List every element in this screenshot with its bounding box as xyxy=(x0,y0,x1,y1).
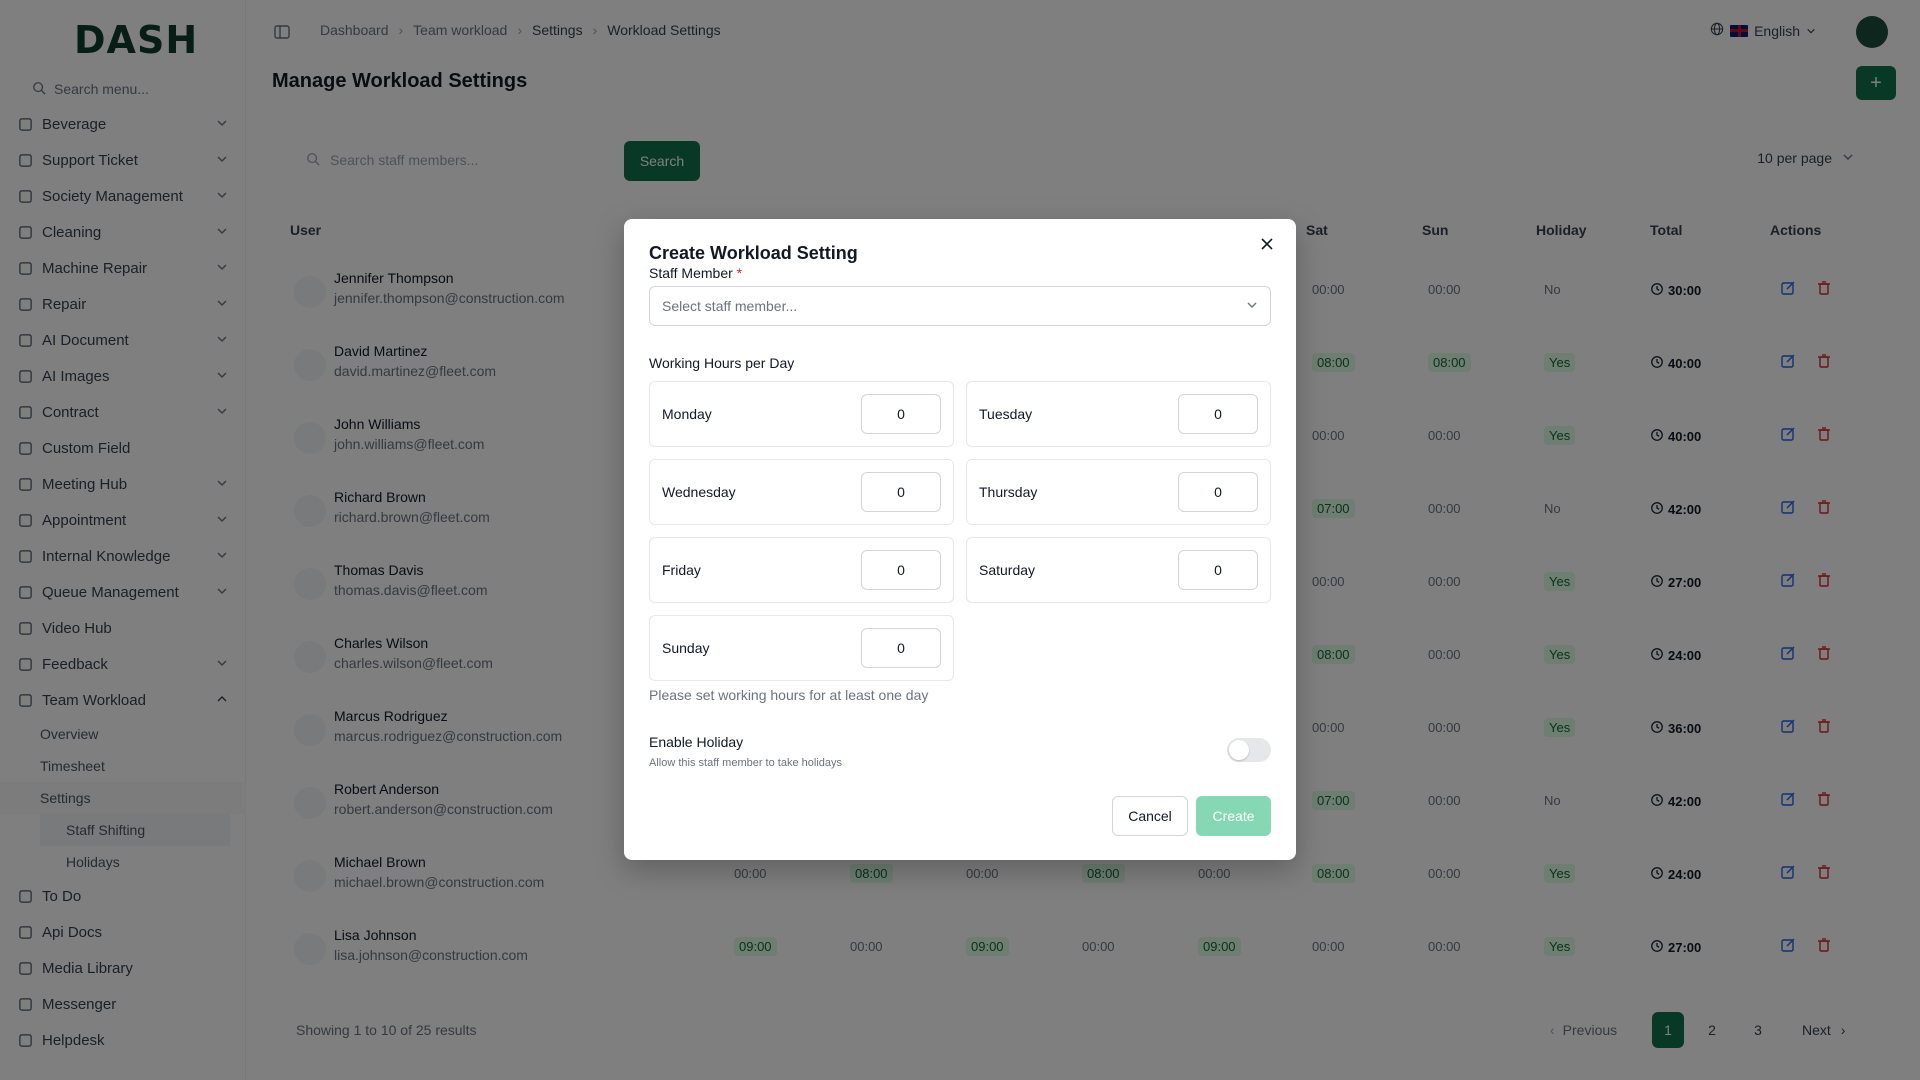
required-mark: * xyxy=(736,265,743,281)
day-label: Tuesday xyxy=(979,406,1033,422)
day-hours-wednesday: Wednesday 0 xyxy=(649,459,954,525)
working-hours-label: Working Hours per Day xyxy=(649,355,795,371)
create-workload-modal: Create Workload Setting Staff Member * S… xyxy=(624,219,1296,860)
day-label: Saturday xyxy=(979,562,1036,578)
staff-member-select[interactable]: Select staff member... xyxy=(649,286,1271,326)
day-label: Friday xyxy=(662,562,701,578)
day-hours-input[interactable]: 0 xyxy=(1178,394,1258,434)
modal-title: Create Workload Setting xyxy=(649,243,858,263)
day-hours-input[interactable]: 0 xyxy=(1178,550,1258,590)
day-hours-input[interactable]: 0 xyxy=(861,472,941,512)
day-hours-monday: Monday 0 xyxy=(649,381,954,447)
enable-holiday-label: Enable Holiday xyxy=(649,734,744,750)
day-hours-friday: Friday 0 xyxy=(649,537,954,603)
create-button[interactable]: Create xyxy=(1196,796,1271,836)
day-hours-input[interactable]: 0 xyxy=(861,550,941,590)
day-label: Sunday xyxy=(662,640,710,656)
chevron-down-icon xyxy=(1246,298,1258,314)
toggle-knob xyxy=(1229,740,1249,760)
hours-hint: Please set working hours for at least on… xyxy=(649,687,929,703)
enable-holiday-description: Allow this staff member to take holidays xyxy=(649,757,842,769)
day-hours-input[interactable]: 0 xyxy=(1178,472,1258,512)
day-hours-input[interactable]: 0 xyxy=(861,628,941,668)
day-label: Thursday xyxy=(979,484,1038,500)
staff-member-placeholder: Select staff member... xyxy=(662,298,798,314)
close-icon xyxy=(1260,237,1274,255)
staff-member-label-text: Staff Member xyxy=(649,265,733,281)
close-button[interactable] xyxy=(1256,235,1278,257)
cancel-button[interactable]: Cancel xyxy=(1112,796,1188,836)
day-hours-saturday: Saturday 0 xyxy=(966,537,1271,603)
day-hours-tuesday: Tuesday 0 xyxy=(966,381,1271,447)
day-hours-thursday: Thursday 0 xyxy=(966,459,1271,525)
day-label: Wednesday xyxy=(662,484,736,500)
day-hours-sunday: Sunday 0 xyxy=(649,615,954,681)
day-hours-input[interactable]: 0 xyxy=(861,394,941,434)
staff-member-label: Staff Member * xyxy=(649,265,742,281)
enable-holiday-toggle[interactable] xyxy=(1227,738,1271,762)
day-label: Monday xyxy=(662,406,712,422)
